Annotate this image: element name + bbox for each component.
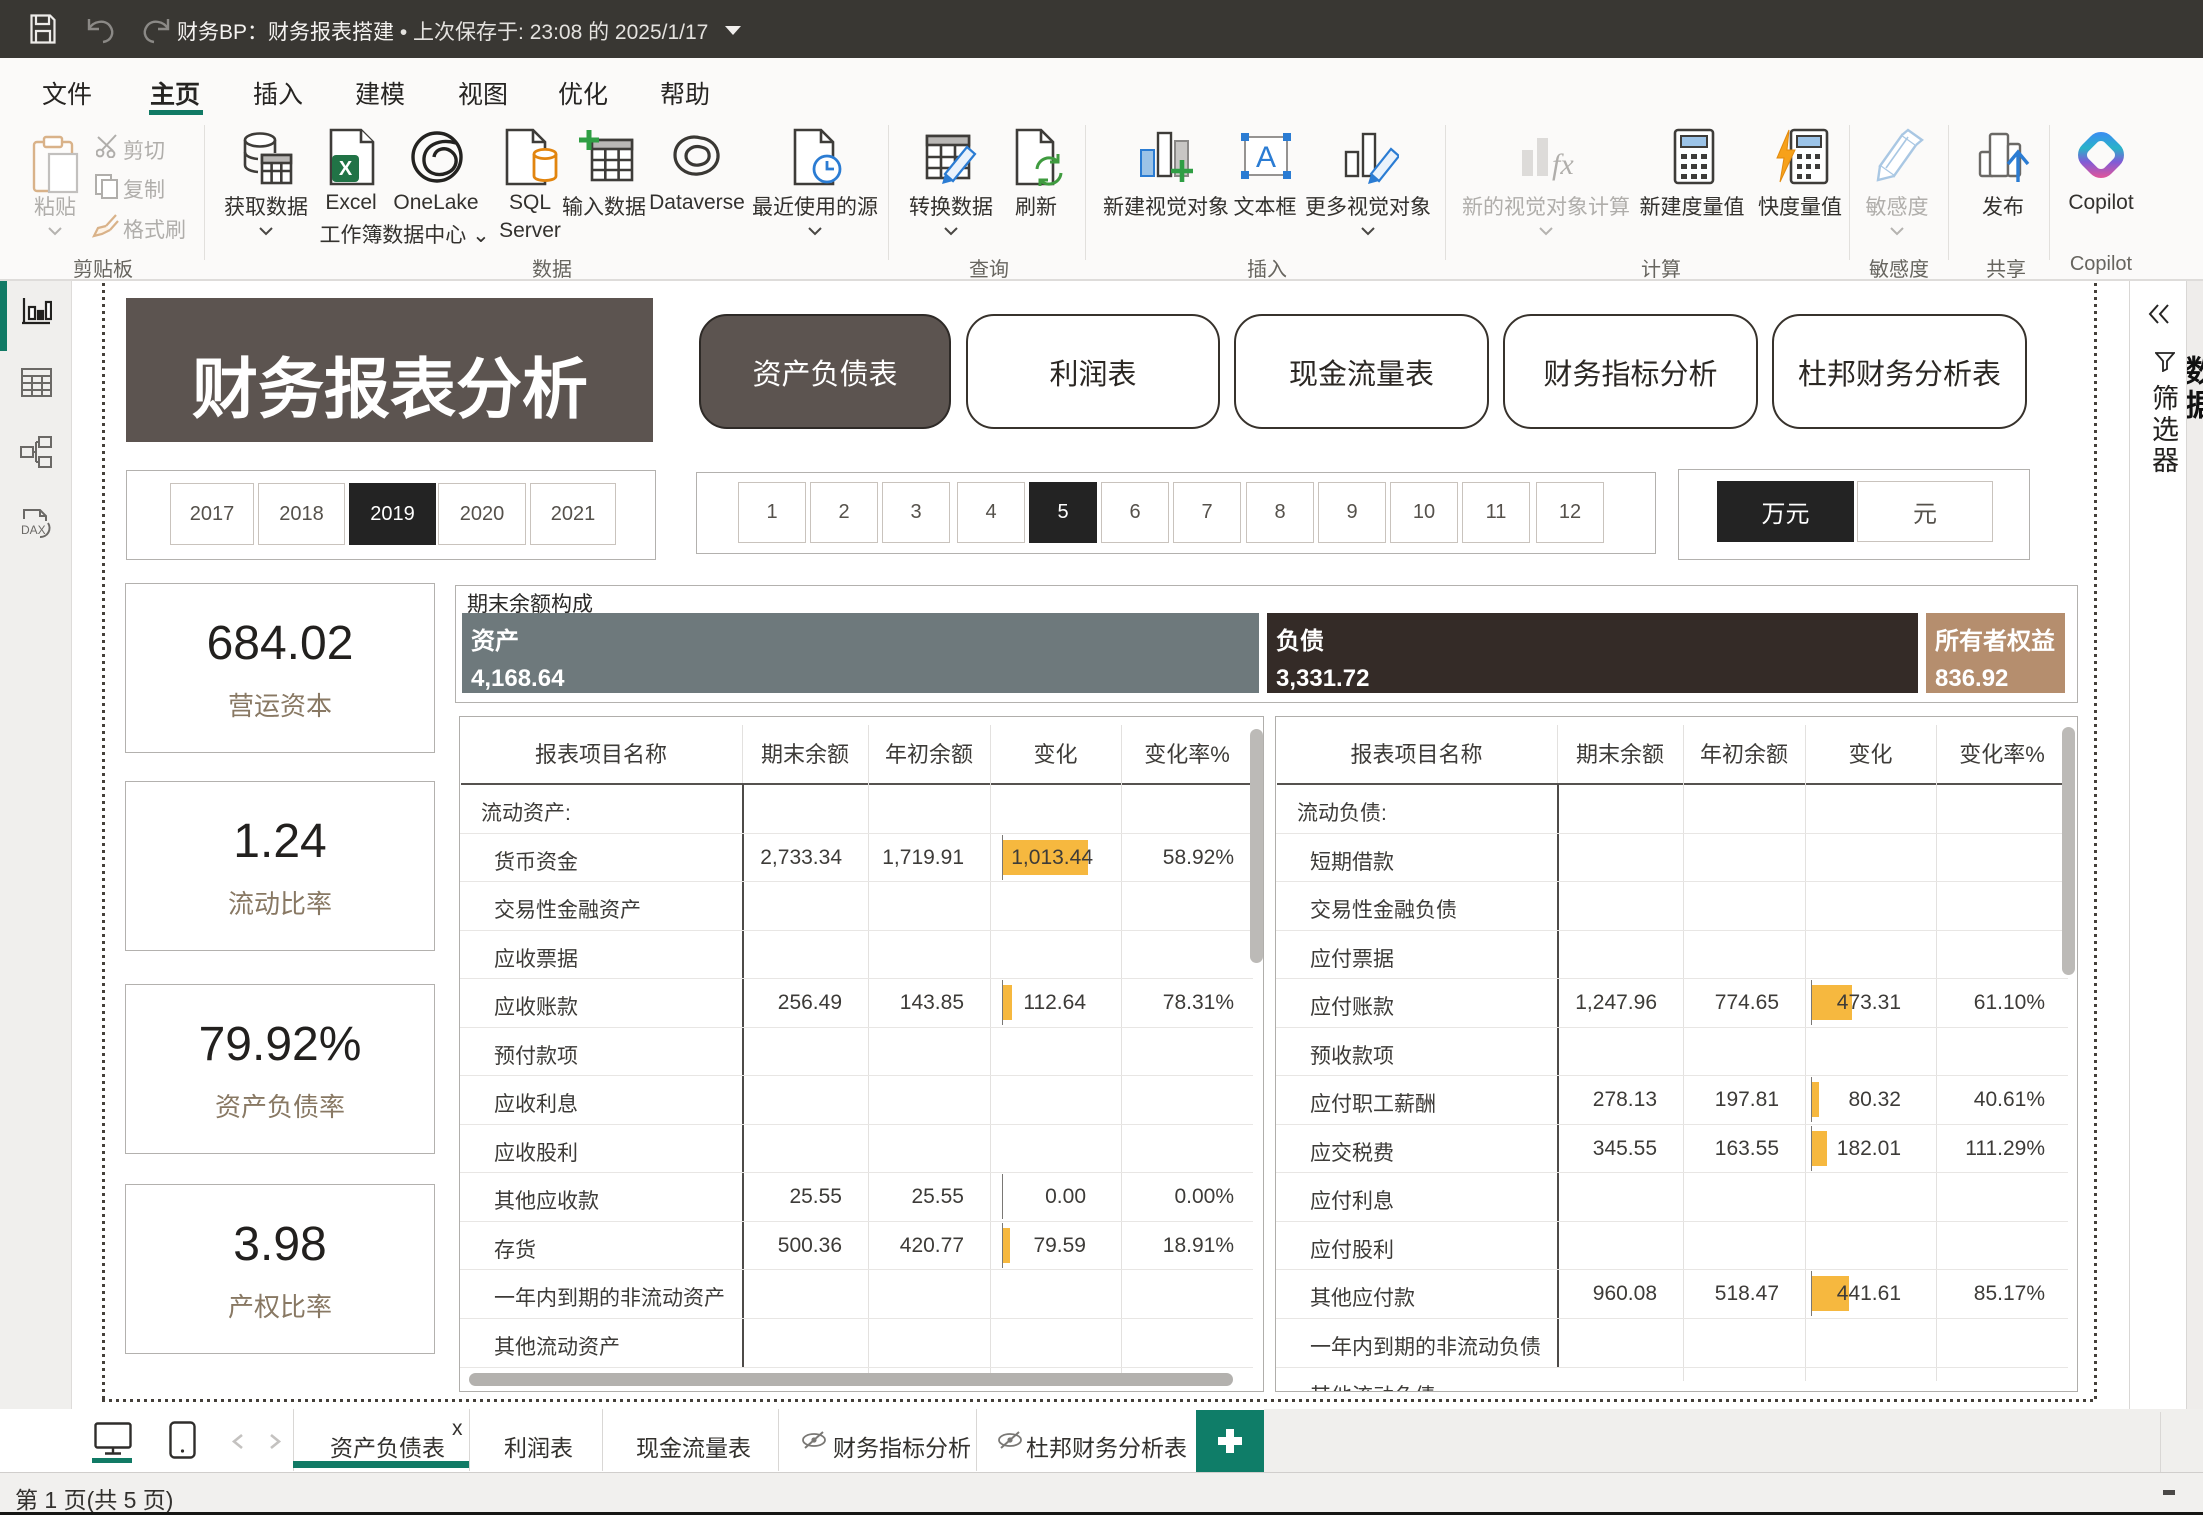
svg-text:fx: fx <box>1552 148 1574 181</box>
svg-text:X: X <box>339 158 353 180</box>
svg-text:A: A <box>1256 141 1276 174</box>
svg-text:DAX: DAX <box>21 523 46 537</box>
